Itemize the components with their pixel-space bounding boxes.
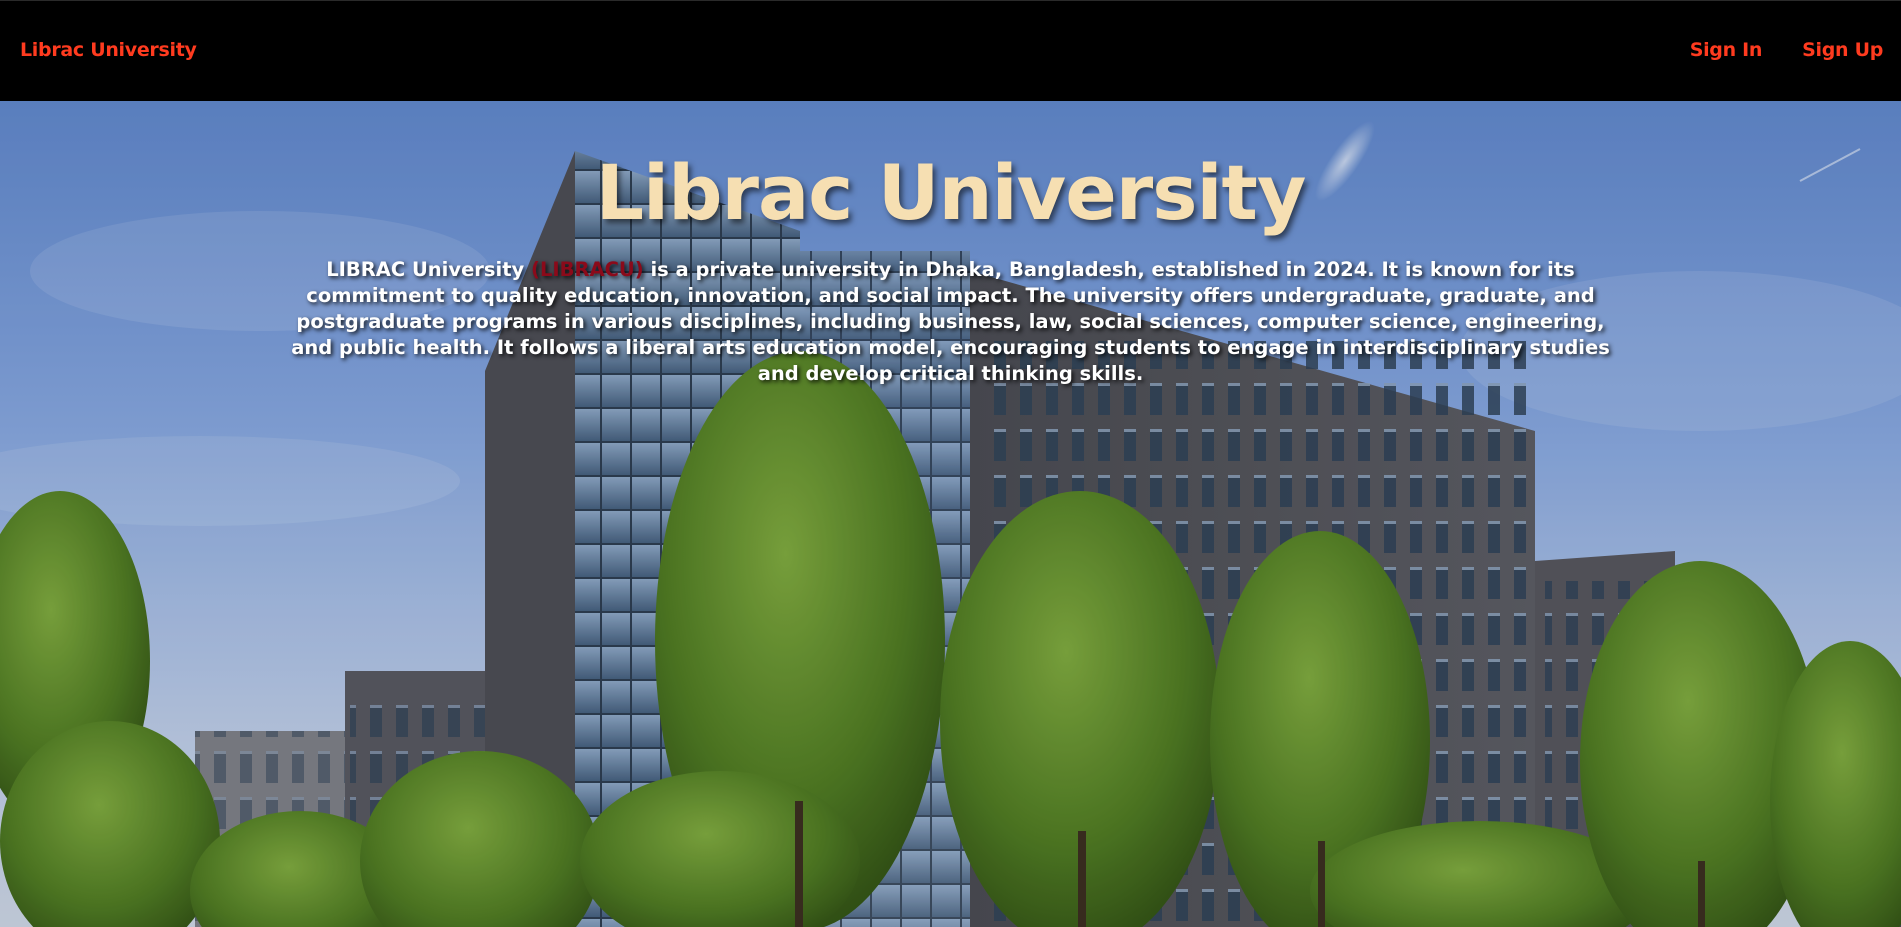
hero-section: Librac University LIBRAC University (LIB…	[0, 101, 1901, 927]
brand-link[interactable]: Librac University	[20, 39, 197, 61]
university-abbreviation: (LIBRACU)	[531, 257, 644, 281]
top-navbar: Librac University Sign In Sign Up	[0, 0, 1901, 101]
sign-up-link[interactable]: Sign Up	[1802, 39, 1883, 61]
nav-links: Sign In Sign Up	[1690, 39, 1884, 61]
hero-title: Librac University	[595, 148, 1307, 237]
university-name: LIBRAC University	[326, 257, 525, 281]
hero-description: LIBRAC University (LIBRACU) is a private…	[276, 257, 1626, 387]
hero-content: Librac University LIBRAC University (LIB…	[0, 101, 1901, 387]
sign-in-link[interactable]: Sign In	[1690, 39, 1763, 61]
